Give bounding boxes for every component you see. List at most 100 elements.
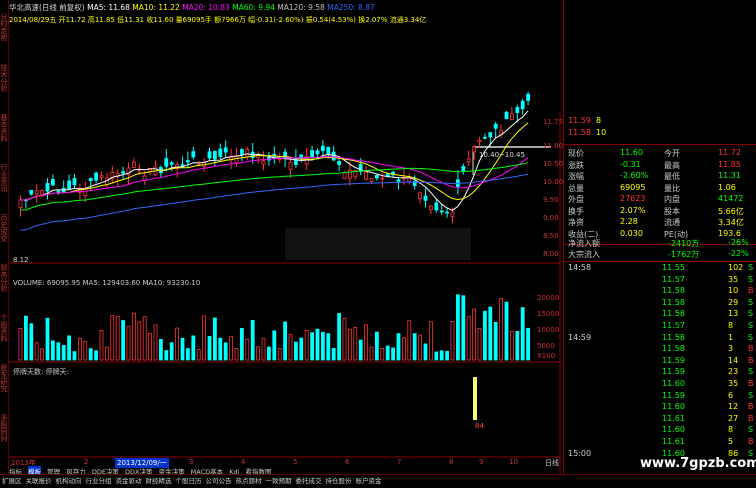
candle-body bbox=[67, 180, 71, 190]
left-tab-8[interactable]: 多股同列 bbox=[0, 404, 8, 452]
tick-row: 11.57 8 S bbox=[568, 321, 754, 333]
tick-cell: B bbox=[748, 355, 754, 365]
tick-cell: 35 bbox=[728, 274, 739, 284]
volume-bar bbox=[482, 310, 487, 361]
ma-line bbox=[20, 173, 529, 231]
vol-tick-4: X100 bbox=[537, 352, 556, 360]
left-tab-6[interactable]: 个股资料 bbox=[0, 304, 8, 352]
left-tab-2[interactable]: 基本资料 bbox=[0, 104, 8, 152]
candle-body bbox=[342, 172, 347, 179]
volume-bar bbox=[148, 332, 153, 361]
bottom-bar-item[interactable]: 账户资金 bbox=[356, 475, 382, 487]
bottom-bar-item[interactable]: 关联报价 bbox=[26, 475, 52, 487]
quote-value: 11.85 bbox=[718, 159, 741, 169]
volume-bar bbox=[347, 328, 352, 361]
candle-body bbox=[315, 150, 320, 155]
bottom-bar-item[interactable]: 一致预期 bbox=[266, 475, 292, 487]
quote-row: 涨幅 -2.60% 最低 11.31 bbox=[568, 171, 754, 183]
tick-cell: 14:59 bbox=[568, 332, 592, 342]
candle-body bbox=[482, 136, 487, 139]
volume-bar bbox=[407, 320, 412, 361]
bottom-bar-item[interactable]: 热点题材 bbox=[236, 475, 262, 487]
flow-value-0: -2410万 bbox=[668, 239, 700, 248]
quote-label: 换手 bbox=[568, 206, 584, 216]
tick-cell: 15:00 bbox=[568, 448, 592, 458]
bottom-function-bar: 扩展区 关联报价 机构动向 行业分组 资金驱动 财经精选 个股日历 公司公告 热点题材 一致预期委… bbox=[0, 474, 756, 488]
volume-bar bbox=[256, 346, 261, 361]
candlestick-chart[interactable]: 10.40~10.45 8.12 VOLUME: 69095.95 MA5: 1… bbox=[9, 0, 561, 474]
quote-value: 11.31 bbox=[718, 171, 741, 180]
volume-bar bbox=[385, 345, 390, 361]
indicator-header: 停牌天数: 停牌天: bbox=[13, 367, 69, 376]
quote-value: 69095 bbox=[620, 182, 646, 192]
left-tab-3[interactable]: 行业资讯 bbox=[0, 154, 8, 202]
candle-body bbox=[310, 150, 315, 159]
chart-area[interactable]: 华北高速(日线 前复权) MA5: 11.68 MA10: 11.22 MA20… bbox=[9, 0, 563, 474]
candle-body bbox=[212, 151, 217, 160]
volume-bar bbox=[369, 346, 374, 361]
left-tab-7[interactable]: 股东研究 bbox=[0, 354, 8, 402]
volume-bar bbox=[304, 329, 309, 361]
tick-cell: B bbox=[748, 437, 754, 446]
volume-bar bbox=[223, 342, 228, 361]
bottom-bar-item[interactable]: 委托成交 bbox=[296, 475, 322, 487]
tick-cell: S bbox=[748, 263, 754, 272]
volume-bar bbox=[401, 337, 406, 361]
left-tab-0[interactable]: 分时走势 bbox=[0, 2, 8, 52]
tick-cell: 6 bbox=[728, 390, 734, 400]
candle-body bbox=[137, 169, 142, 172]
candle-body bbox=[509, 113, 514, 121]
tick-row: 11.59 23 S bbox=[568, 367, 754, 379]
volume-bar bbox=[499, 297, 504, 361]
left-tab-5[interactable]: 财务分析 bbox=[0, 254, 8, 302]
price-annotation-high: 10.40~10.45 bbox=[479, 151, 525, 159]
ask-vol-1: 8 bbox=[596, 116, 602, 125]
candle-body bbox=[288, 161, 293, 170]
volume-header: VOLUME: 69095.95 MA5: 129403.60 MA10: 93… bbox=[13, 279, 200, 287]
quote-row: 现价 11.60 今开 11.72 bbox=[568, 148, 754, 160]
tick-row: 11.60 8 S bbox=[568, 425, 754, 437]
volume-bar bbox=[412, 333, 417, 361]
volume-bar bbox=[83, 340, 88, 361]
bottom-bar-item[interactable]: 机构动向 bbox=[56, 475, 82, 487]
candle-body bbox=[396, 179, 401, 182]
left-tab-1[interactable]: 技术分析 bbox=[0, 54, 8, 102]
volume-bar bbox=[245, 338, 250, 361]
candle-body bbox=[164, 158, 169, 167]
volume-bar bbox=[288, 333, 293, 361]
bottom-bar-item[interactable]: 行业分组 bbox=[86, 475, 112, 487]
volume-bar bbox=[472, 308, 477, 361]
candle-body bbox=[493, 123, 498, 129]
quote-value: 2.28 bbox=[620, 217, 638, 226]
ask-price-2: 11.58 bbox=[568, 128, 591, 137]
volume-bar bbox=[56, 342, 61, 361]
bottom-bar-item[interactable]: 资金驱动 bbox=[116, 475, 142, 487]
volume-bar bbox=[504, 301, 509, 361]
candle-body bbox=[461, 166, 466, 172]
quote-value: 27623 bbox=[620, 194, 646, 203]
bottom-bar-item[interactable]: 财经精选 bbox=[146, 475, 172, 487]
bottom-bar-item[interactable]: 扩展区 bbox=[2, 475, 22, 487]
tick-cell: 11.59 bbox=[662, 367, 685, 377]
candle-body bbox=[407, 177, 412, 183]
left-tab-4[interactable]: 历史成交 bbox=[0, 204, 8, 252]
volume-bar bbox=[418, 334, 423, 361]
volume-bar bbox=[342, 317, 347, 361]
volume-bar bbox=[277, 348, 282, 361]
ask-vol-2: 10 bbox=[596, 128, 607, 137]
candle-body bbox=[121, 171, 125, 174]
price-annotation-low: 8.12 bbox=[13, 256, 29, 264]
bottom-bar-item[interactable]: 个股日历 bbox=[176, 475, 202, 487]
tick-row: 11.58 13 S bbox=[568, 309, 754, 321]
tick-row: 14:59 11.58 1 S bbox=[568, 333, 754, 345]
bottom-bar-item[interactable]: 公司公告 bbox=[206, 475, 232, 487]
left-tab-strip: 分时走势 技术分析 基本资料 行业资讯 历史成交 财务分析 个股资料 股东研究 … bbox=[0, 0, 9, 474]
tick-cell: 11.57 bbox=[662, 321, 685, 330]
bottom-bar-item[interactable]: 持仓股份 bbox=[326, 475, 352, 487]
candle-body bbox=[56, 190, 61, 193]
volume-bar bbox=[434, 351, 439, 361]
volume-bar bbox=[115, 316, 120, 361]
volume-bar bbox=[234, 348, 239, 361]
volume-bar bbox=[34, 342, 39, 361]
volume-bar bbox=[509, 330, 514, 361]
